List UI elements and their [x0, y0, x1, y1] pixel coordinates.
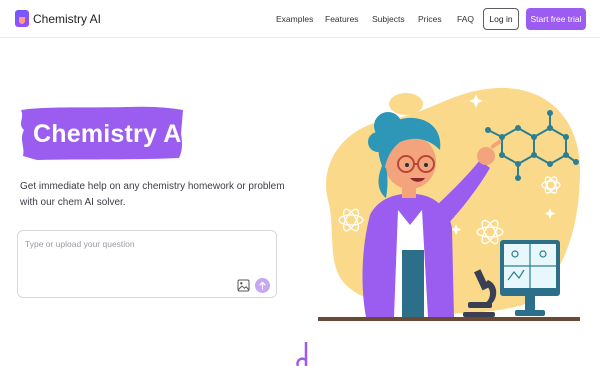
- nav-item-features[interactable]: Features: [325, 14, 359, 24]
- nav-item-subjects[interactable]: Subjects: [372, 14, 405, 24]
- nav-item-prices[interactable]: Prices: [418, 14, 442, 24]
- decorative-glyph: [296, 342, 308, 366]
- brand[interactable]: Chemistry AI: [15, 10, 101, 27]
- image-upload-icon[interactable]: [237, 279, 250, 292]
- question-box: [17, 230, 277, 298]
- hero-description: Get immediate help on any chemistry home…: [20, 181, 285, 208]
- page-title: Chemistry AI: [33, 120, 189, 148]
- nav-item-examples[interactable]: Examples: [276, 14, 313, 24]
- chemist-illustration: [318, 87, 580, 321]
- nav-item-faq[interactable]: FAQ: [457, 14, 474, 24]
- login-button[interactable]: Log in: [483, 8, 519, 30]
- top-navbar: Chemistry AI Examples Features Subjects …: [0, 0, 600, 38]
- flask-icon: [15, 10, 29, 27]
- start-free-trial-button[interactable]: Start free trial: [526, 8, 586, 30]
- arrow-up-icon: [259, 281, 266, 290]
- send-button[interactable]: [255, 278, 270, 293]
- brand-name: Chemistry AI: [33, 11, 102, 26]
- question-input[interactable]: [25, 239, 255, 249]
